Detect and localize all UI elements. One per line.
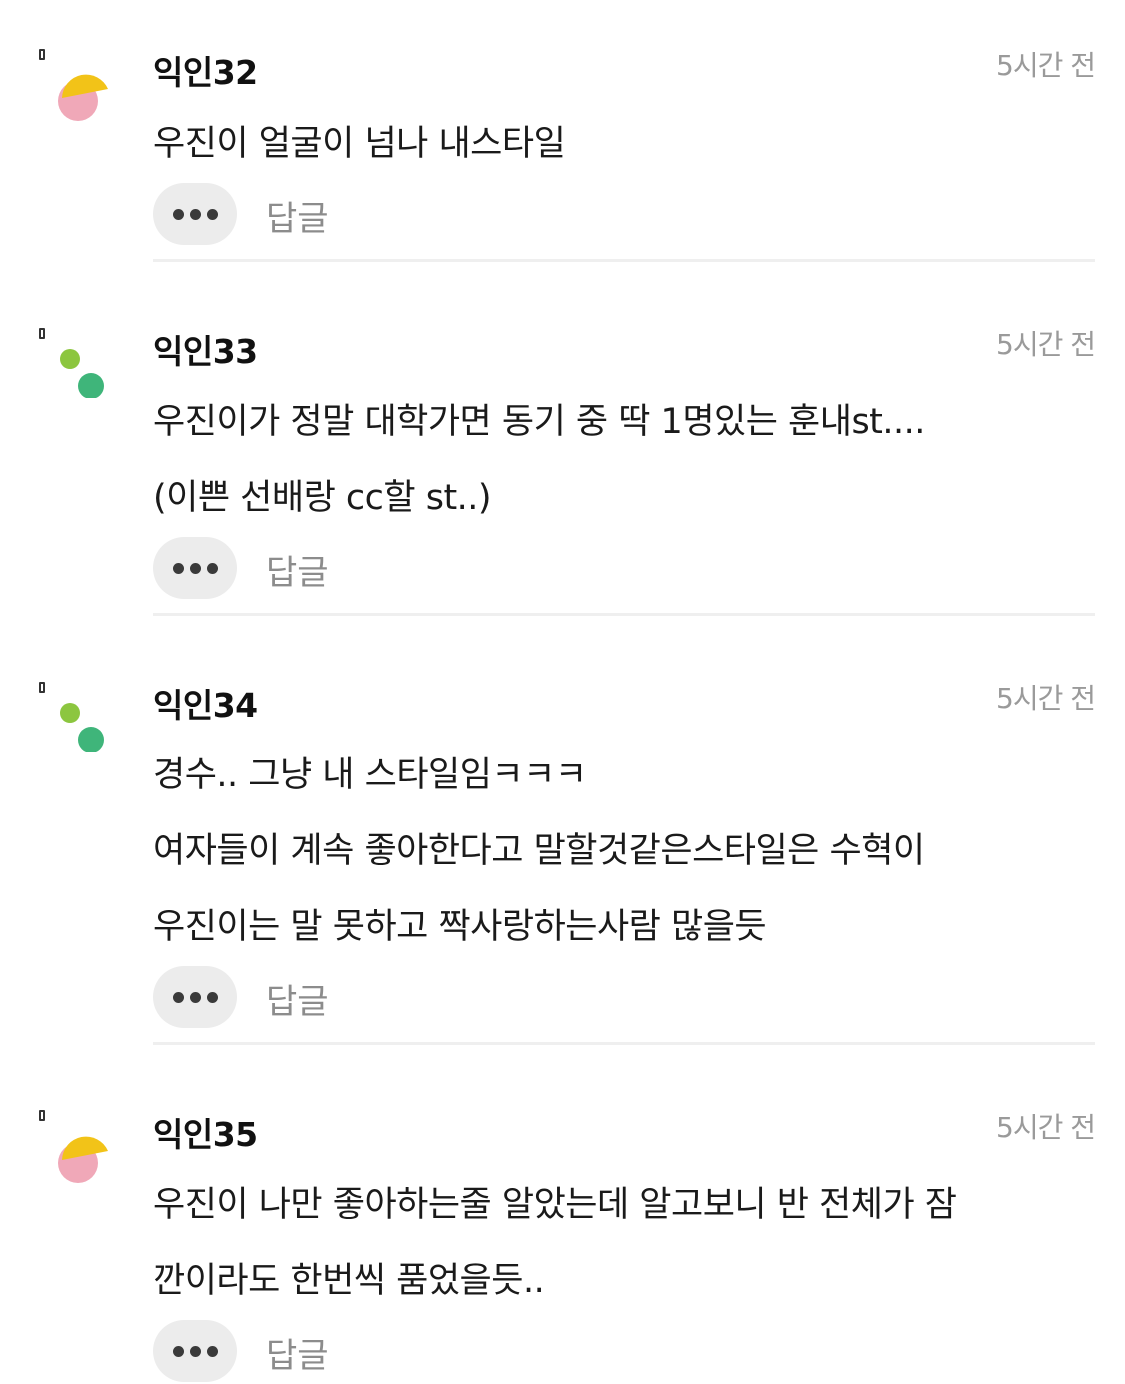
comment-text-line: 우진이 나만 좋아하는줄 알았는데 알고보니 반 전체가 잠	[153, 1185, 957, 1225]
comment-text-line: 깐이라도 한번씩 품었을듯..	[153, 1261, 545, 1301]
divider	[153, 613, 1095, 616]
more-dots-icon	[172, 991, 184, 1003]
comment-text-line: 경수.. 그냥 내 스타일임ㅋㅋㅋ	[153, 755, 587, 795]
marker-icon	[39, 328, 45, 339]
comment-text-line: 여자들이 계속 좋아한다고 말할것같은스타일은 수혁이	[153, 831, 925, 871]
comment-time: 5시간 전	[996, 1111, 1096, 1144]
comment-time: 5시간 전	[996, 49, 1096, 82]
marker-icon	[39, 1110, 45, 1121]
more-options-button[interactable]	[153, 1320, 237, 1382]
dots-avatar-icon	[60, 349, 104, 398]
more-dots-icon	[172, 208, 184, 220]
divider	[153, 1042, 1095, 1045]
dots-avatar-icon	[60, 703, 104, 752]
comment-text-line: (이쁜 선배랑 cc할 st..)	[153, 478, 492, 518]
more-dots-icon	[172, 562, 184, 574]
reply-button[interactable]: 답글	[266, 545, 329, 594]
comment-time: 5시간 전	[996, 682, 1096, 715]
more-options-button[interactable]	[153, 183, 237, 245]
comment-text-line: 우진이가 정말 대학가면 동기 중 딱 1명있는 훈내st....	[153, 402, 925, 442]
comment-text-line: 우진이 얼굴이 넘나 내스타일	[153, 124, 566, 164]
comment-author[interactable]: 익인32	[153, 46, 258, 94]
comment-text-line: 우진이는 말 못하고 짝사랑하는사람 많을듯	[153, 907, 767, 947]
reply-button[interactable]: 답글	[266, 191, 329, 240]
reply-button[interactable]: 답글	[266, 1328, 329, 1377]
divider	[153, 259, 1095, 262]
comment-author[interactable]: 익인34	[153, 679, 258, 727]
marker-icon	[39, 682, 45, 693]
more-options-button[interactable]	[153, 537, 237, 599]
more-dots-icon	[172, 1345, 184, 1357]
marker-icon	[39, 49, 45, 60]
comment-time: 5시간 전	[996, 328, 1096, 361]
comment-author[interactable]: 익인35	[153, 1108, 258, 1156]
sun-avatar-icon	[58, 1136, 108, 1183]
sun-avatar-icon	[58, 74, 108, 121]
reply-button[interactable]: 답글	[266, 974, 329, 1023]
comment-author[interactable]: 익인33	[153, 325, 258, 373]
more-options-button[interactable]	[153, 966, 237, 1028]
